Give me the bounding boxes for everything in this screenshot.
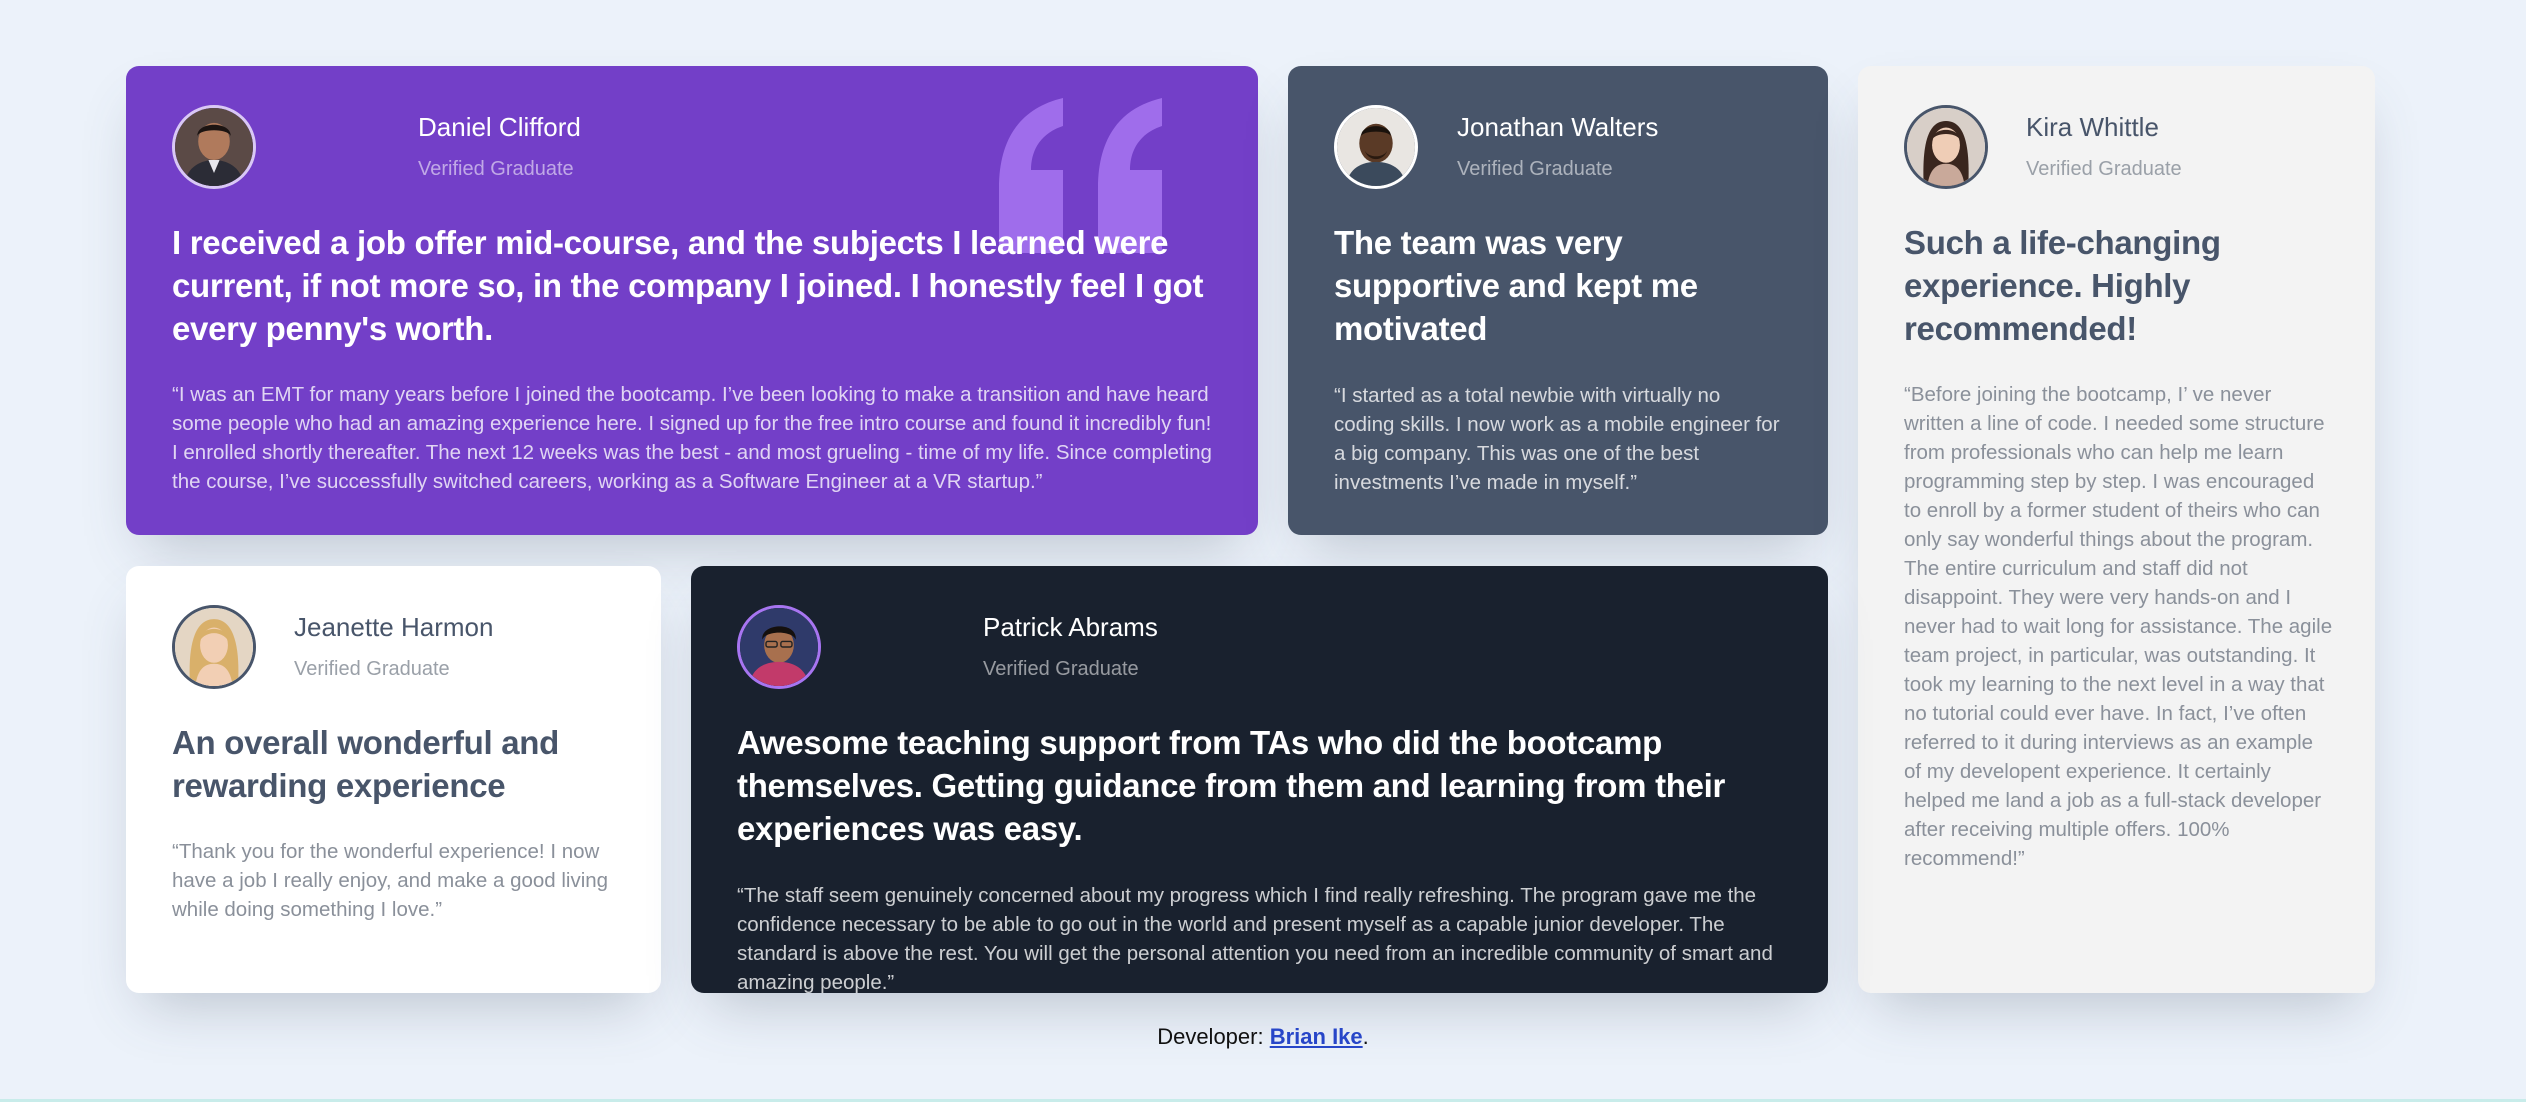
avatar bbox=[1904, 105, 1988, 189]
testimonial-headline: An overall wonderful and rewarding exper… bbox=[172, 724, 560, 804]
attribution-prefix: Developer: bbox=[1157, 1024, 1270, 1049]
testimonial-card-kira: Kira Whittle Verified Graduate Such a li… bbox=[1858, 66, 2375, 993]
avatar bbox=[172, 605, 256, 689]
testimonial-body: “Thank you for the wonderful experience!… bbox=[172, 840, 609, 921]
card-header: Daniel Clifford Verified Graduate bbox=[172, 105, 1212, 193]
author-name: Daniel Clifford bbox=[418, 112, 581, 142]
testimonial-card-daniel: Daniel Clifford Verified Graduate I rece… bbox=[126, 66, 1258, 535]
avatar bbox=[737, 605, 821, 689]
testimonials-grid: Daniel Clifford Verified Graduate I rece… bbox=[126, 66, 2400, 993]
author-role: Verified Graduate bbox=[1457, 158, 1613, 180]
developer-link[interactable]: Brian Ike bbox=[1270, 1024, 1363, 1049]
card-header: Patrick Abrams Verified Graduate bbox=[737, 605, 1782, 693]
testimonial-headline: Such a life-changing experience. Highly … bbox=[1904, 224, 2221, 347]
testimonial-card-patrick: Patrick Abrams Verified Graduate Awesome… bbox=[691, 566, 1828, 993]
author-role: Verified Graduate bbox=[418, 158, 574, 180]
author-role: Verified Graduate bbox=[983, 658, 1139, 680]
author-role: Verified Graduate bbox=[294, 658, 450, 680]
testimonial-body: “I was an EMT for many years before I jo… bbox=[172, 383, 1212, 493]
author-name: Jonathan Walters bbox=[1457, 112, 1659, 142]
testimonial-body: “I started as a total newbie with virtua… bbox=[1334, 384, 1780, 494]
author-name: Patrick Abrams bbox=[983, 612, 1158, 642]
author-role: Verified Graduate bbox=[2026, 158, 2182, 180]
author-info: Jeanette Harmon Verified Graduate bbox=[294, 605, 493, 681]
author-name: Kira Whittle bbox=[2026, 112, 2159, 142]
testimonial-headline: The team was very supportive and kept me… bbox=[1334, 224, 1698, 347]
avatar bbox=[172, 105, 256, 189]
author-name: Jeanette Harmon bbox=[294, 612, 494, 642]
testimonial-card-jonathan: Jonathan Walters Verified Graduate The t… bbox=[1288, 66, 1828, 535]
card-header: Jonathan Walters Verified Graduate bbox=[1334, 105, 1782, 193]
testimonial-card-jeanette: Jeanette Harmon Verified Graduate An ove… bbox=[126, 566, 661, 993]
author-info: Kira Whittle Verified Graduate bbox=[2026, 105, 2182, 181]
attribution-footer: Developer: Brian Ike. bbox=[0, 1024, 2526, 1050]
card-header: Kira Whittle Verified Graduate bbox=[1904, 105, 2335, 193]
testimonial-body: “The staff seem genuinely concerned abou… bbox=[737, 884, 1773, 993]
testimonial-headline: I received a job offer mid-course, and t… bbox=[172, 224, 1204, 347]
testimonial-body: “Before joining the bootcamp, I’ ve neve… bbox=[1904, 383, 2333, 870]
author-info: Patrick Abrams Verified Graduate bbox=[983, 605, 1158, 681]
avatar bbox=[1334, 105, 1418, 189]
author-info: Jonathan Walters Verified Graduate bbox=[1457, 105, 1658, 181]
author-info: Daniel Clifford Verified Graduate bbox=[418, 105, 581, 181]
card-header: Jeanette Harmon Verified Graduate bbox=[172, 605, 615, 693]
testimonial-headline: Awesome teaching support from TAs who di… bbox=[737, 724, 1726, 847]
attribution-suffix: . bbox=[1362, 1024, 1369, 1049]
